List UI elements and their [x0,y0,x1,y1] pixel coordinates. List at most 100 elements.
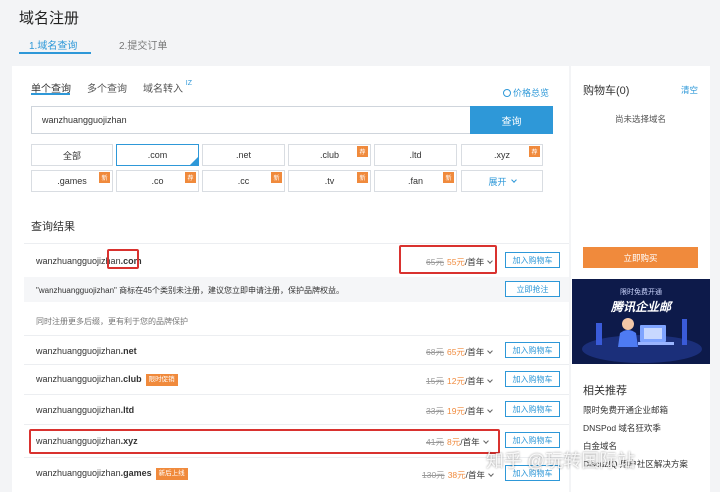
suffix-label: .ltd [409,150,422,160]
old-price: 15元 [426,376,444,386]
step-domain-query[interactable]: 1.域名查询 [29,37,77,52]
price-selector[interactable]: 33元 19元/首年 [426,405,494,417]
banner-line2: 腾讯企业邮 [610,300,671,314]
current-price: 38元 [447,470,466,480]
price-unit: /首年 [465,470,486,480]
page-title: 域名注册 [19,10,80,27]
suffix-label: .games [57,176,87,186]
price-selector[interactable]: 15元 12元/首年 [426,375,494,387]
suffix-label: .cc [237,176,250,186]
selected-corner-icon [190,157,198,165]
tab-multi-query[interactable]: 多个查询 [87,80,127,95]
price-unit: /首年 [464,347,485,357]
suffix-label: .com [147,150,168,160]
old-price: 68元 [426,347,444,357]
enterprise-mail-banner[interactable]: 限时免费开通 腾讯企业邮 [572,279,710,364]
suffix-cc[interactable]: .cc 新 [202,170,285,192]
more-suffix-hint: 同时注册更多后缀，更有利于您的品牌保护 [36,317,188,326]
new-badge: 新 [357,172,368,183]
domain-base: wanzhuangguojizhan [36,346,121,356]
trademark-notice: "wanzhuangguojizhan" 商标在45个类别未注册，建议您立即申请… [24,277,569,302]
transfer-mark: IZ [185,80,193,87]
suffix-label: .co [151,176,164,186]
suffix-all[interactable]: 全部 [31,144,113,166]
price-overview-label: 价格总览 [513,88,550,98]
step-submit-order[interactable]: 2.提交订单 [119,37,167,52]
add-to-cart-button[interactable]: 加入购物车 [505,371,560,387]
recommend-item[interactable]: DNSPod 域名狂欢季 [583,422,661,434]
suffix-fan[interactable]: .fan 新 [374,170,457,192]
suffix-xyz[interactable]: .xyz 荐 [461,144,543,166]
active-step-underline [19,52,91,54]
tab-domain-transfer[interactable]: 域名转入 IZ [143,80,192,95]
tab-domain-transfer-label: 域名转入 [143,84,183,95]
new-badge: 新 [271,172,282,183]
buy-now-button[interactable]: 立即购买 [583,247,698,268]
domain-base: wanzhuangguojizhan [36,405,121,415]
price-selector[interactable]: 130元 38元/首年 [422,469,494,481]
expand-label: 展开 [488,176,507,187]
new-badge: 新 [99,172,110,183]
current-price: 19元 [446,406,465,416]
add-to-cart-button[interactable]: 加入购物车 [505,342,560,358]
add-to-cart-button[interactable]: 加入购物车 [505,252,560,268]
recommend-title: 相关推荐 [583,385,627,397]
cart-sidebar: 购物车(0) 清空 尚未选择域名 立即购买 限时免费开通 腾讯企业邮 相关推荐 … [571,66,710,492]
current-price: 12元 [446,376,465,386]
domain-tld: .games [120,468,152,478]
result-domain: wanzhuangguojizhan.net [36,346,137,356]
current-price: 65元 [446,347,465,357]
promo-badge: 新后上线 [155,468,188,480]
chevron-down-icon [487,407,494,413]
search-button[interactable]: 查询 [470,106,553,134]
price-circle-icon [503,89,511,97]
banner-line1: 限时免费开通 [620,289,662,296]
old-price: 33元 [426,406,444,416]
chevron-down-icon [487,348,494,354]
cart-title: 购物车(0) [583,85,630,97]
suffix-games[interactable]: .games 新 [31,170,113,192]
price-unit: /首年 [464,406,485,416]
suffix-co[interactable]: .co 荐 [116,170,199,192]
recommend-badge: 荐 [185,172,196,183]
suffix-label: 全部 [62,150,81,161]
register-trademark-button[interactable]: 立即抢注 [505,281,560,297]
price-selector[interactable]: 68元 65元/首年 [426,346,494,358]
domain-tld: .ltd [120,405,135,415]
suffix-club[interactable]: .club 荐 [288,144,371,166]
result-domain: wanzhuangguojizhan.games 新后上线 [36,468,188,480]
suffix-com[interactable]: .com [116,144,199,166]
add-to-cart-button[interactable]: 加入购物车 [505,432,560,448]
domain-tld: .club [120,374,142,384]
suffix-label: .net [235,150,251,160]
suffix-net[interactable]: .net [202,144,285,166]
promo-badge: 限时促销 [145,374,178,386]
suffix-label: .tv [324,176,335,186]
new-badge: 新 [443,172,454,183]
domain-base: wanzhuangguojizhan [36,374,121,384]
chevron-down-icon [510,176,517,183]
suffix-ltd[interactable]: .ltd [374,144,457,166]
old-price: 130元 [422,470,445,480]
cart-empty-text: 尚未选择域名 [614,114,666,124]
recommend-item[interactable]: 限时免费开通企业邮箱 [583,404,668,416]
suffix-tv[interactable]: .tv 新 [288,170,371,192]
recommend-badge: 荐 [529,146,540,157]
clear-cart-link[interactable]: 清空 [681,84,698,96]
page-header: 域名注册 1.域名查询 2.提交订单 [0,0,720,60]
price-overview-link[interactable]: 价格总览 [503,86,549,99]
result-row: wanzhuangguojizhan.ltd 33元 19元/首年 加入购物车 [24,394,569,423]
domain-search-panel: 单个查询 多个查询 域名转入 IZ 价格总览 查询 全部 .com .net .… [12,66,569,492]
add-to-cart-button[interactable]: 加入购物车 [505,401,560,417]
watermark-text: 知乎 @玩转国际站 [486,451,636,471]
highlight-com-tld [107,249,139,269]
highlight-com-price [399,245,497,274]
highlight-xyz-row [29,429,500,454]
suffix-label: .fan [407,176,423,186]
suffix-label: .xyz [493,150,510,160]
expand-suffixes-button[interactable]: 展开 [461,170,543,192]
price-unit: /首年 [464,376,485,386]
result-domain: wanzhuangguojizhan.club 限时促销 [36,374,178,386]
domain-search-input[interactable] [31,106,471,134]
chevron-down-icon [487,377,494,383]
